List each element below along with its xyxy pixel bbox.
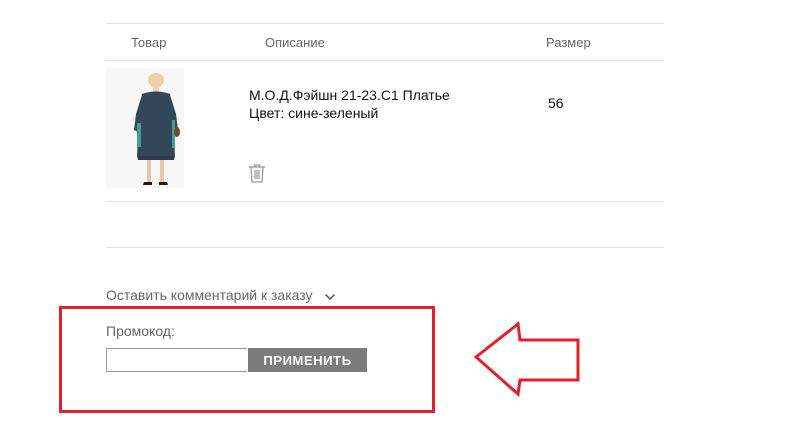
column-header-product: Товар (131, 35, 167, 50)
product-color: Цвет: сине-зеленый (249, 105, 379, 121)
arrow-left-icon (470, 320, 585, 400)
product-image[interactable] (106, 68, 184, 188)
product-title[interactable]: М.О.Д.Фэйшн 21-23.С1 Платье (249, 86, 450, 104)
column-header-size: Размер (546, 35, 591, 50)
column-header-description: Описание (265, 35, 325, 50)
comment-toggle[interactable]: Оставить комментарий к заказу (106, 287, 336, 304)
chevron-down-icon (324, 288, 336, 304)
table-bottom-divider (106, 247, 664, 248)
table-header-divider (106, 60, 664, 61)
promo-highlight-frame (59, 306, 435, 413)
product-size: 56 (548, 95, 564, 111)
item-row-divider (106, 201, 664, 202)
table-top-divider (106, 23, 664, 24)
trash-icon[interactable] (248, 163, 266, 183)
comment-toggle-label: Оставить комментарий к заказу (106, 287, 313, 303)
